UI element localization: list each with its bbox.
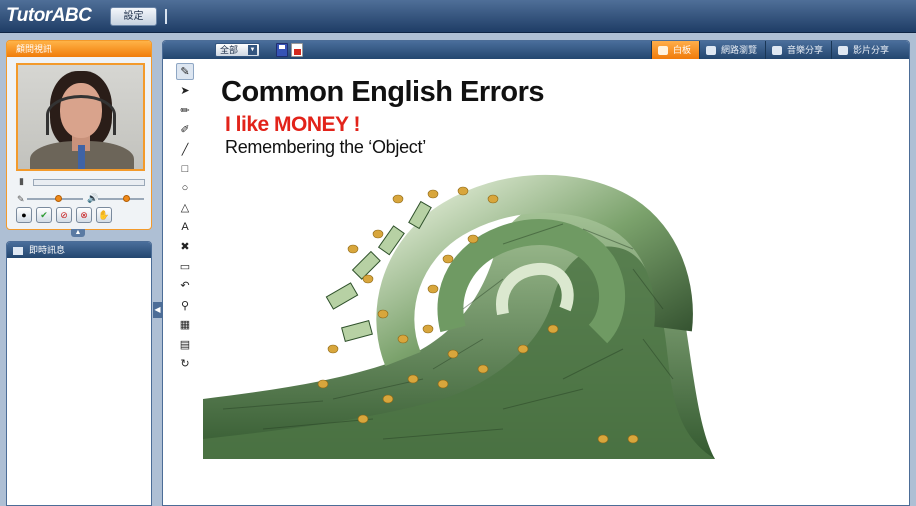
save-icon[interactable]	[276, 43, 288, 57]
settings-button[interactable]: 設定	[110, 7, 157, 26]
image-icon[interactable]: ▦	[176, 317, 194, 334]
slide-title: Common English Errors	[221, 76, 545, 108]
line-icon[interactable]: ╱	[176, 141, 194, 158]
gold-coin	[392, 194, 404, 204]
check-icon[interactable]: ✔	[36, 207, 52, 223]
page-icon[interactable]: ▤	[176, 336, 194, 353]
triangle-icon[interactable]: △	[176, 200, 194, 217]
mic-slider-knob[interactable]	[54, 195, 62, 202]
consultant-video-panel: 顧問視訊 ▮ ✎ 🔊 ● ✔ ⊘ ⊗ ✋	[6, 40, 152, 230]
whiteboard-icon	[658, 46, 668, 56]
paint-brush-icon[interactable]: ✎	[176, 63, 194, 80]
toolbar-divider	[165, 9, 167, 24]
chat-panel-title: 即時訊息	[29, 245, 66, 255]
gold-coin	[447, 349, 459, 359]
camera-off-icon[interactable]: ⊗	[76, 207, 92, 223]
pdf-icon[interactable]	[291, 43, 303, 57]
eraser-icon[interactable]: ▭	[176, 258, 194, 275]
gold-coin	[477, 364, 489, 374]
gold-coin	[517, 344, 529, 354]
gold-coin	[407, 374, 419, 384]
speaker-icon: 🔊	[87, 193, 99, 203]
chevron-down-icon: ▼	[248, 45, 257, 55]
scope-dropdown[interactable]: 全部 ▼	[215, 43, 260, 57]
zoom-icon[interactable]: ⚲	[176, 297, 194, 314]
gold-coin	[362, 274, 374, 284]
microphone-icon: ✎	[17, 194, 25, 204]
slide-canvas: Common English Errors I like MONEY ! Rem…	[203, 61, 715, 459]
rectangle-icon[interactable]: □	[176, 161, 194, 178]
music-icon	[772, 46, 783, 56]
tab-whiteboard[interactable]: 白板	[651, 41, 700, 59]
scope-dropdown-value: 全部	[220, 45, 239, 55]
whiteboard-header: 全部 ▼ 白板 網路瀏覽 音樂分享 影片分享	[163, 41, 909, 59]
mode-tabs: 白板 網路瀏覽 音樂分享 影片分享	[651, 41, 897, 59]
headset-icon	[46, 95, 116, 135]
gold-coin	[427, 189, 439, 199]
gold-coin	[627, 434, 639, 444]
gold-coin	[427, 284, 439, 294]
gold-coin	[397, 334, 409, 344]
screen-off-icon[interactable]: ⊘	[56, 207, 72, 223]
undo-icon[interactable]: ↶	[176, 278, 194, 295]
highlighter-icon[interactable]: ✐	[176, 122, 194, 139]
gold-coin	[487, 194, 499, 204]
gold-coin	[597, 434, 609, 444]
drawing-toolbar: ✎ ➤ ✏ ✐ ╱ □ ○ △ A ✖ ▭ ↶ ⚲ ▦ ▤ ↻	[176, 63, 196, 372]
chat-icon	[13, 246, 23, 255]
gold-coin	[317, 379, 329, 389]
gold-coin	[357, 414, 369, 424]
delete-icon[interactable]: ✖	[176, 239, 194, 256]
gold-coin	[382, 394, 394, 404]
tab-music-share[interactable]: 音樂分享	[765, 41, 831, 59]
gold-coin	[347, 244, 359, 254]
whiteboard-panel: 全部 ▼ 白板 網路瀏覽 音樂分享 影片分享 ✎ ➤ ✏ ✐ ╱ □ ○ △ A ✖ ▭ ↶ ⚲ ▦ ▤ ↻ …	[162, 40, 910, 506]
gold-coin	[422, 324, 434, 334]
top-bar: TutorABC 設定	[0, 0, 916, 33]
money-wave-image	[203, 174, 715, 459]
ellipse-icon[interactable]: ○	[176, 180, 194, 197]
refresh-icon[interactable]: ↻	[176, 356, 194, 373]
chat-panel-header: 即時訊息	[7, 242, 151, 258]
tab-video-share[interactable]: 影片分享	[831, 41, 897, 59]
raise-hand-icon[interactable]: ✋	[96, 207, 112, 223]
gold-coin	[467, 234, 479, 244]
speaker-volume-slider[interactable]	[98, 195, 144, 202]
film-icon	[838, 46, 849, 56]
volume-meter-icon: ▮	[19, 176, 24, 186]
instant-message-panel: 即時訊息	[6, 241, 152, 506]
slide-subtitle: I like MONEY !	[225, 113, 361, 136]
gold-coin	[457, 186, 469, 196]
marker-icon[interactable]: ✏	[176, 102, 194, 119]
tutorabc-logo: TutorABC	[6, 5, 92, 26]
gold-coin	[377, 309, 389, 319]
gold-coin	[372, 229, 384, 239]
gold-coin	[327, 344, 339, 354]
text-tool-icon[interactable]: A	[176, 219, 194, 236]
tab-web-browsing[interactable]: 網路瀏覽	[699, 41, 765, 59]
video-panel-title: 顧問視訊	[7, 41, 151, 57]
consultant-video-feed	[16, 63, 145, 171]
globe-icon	[706, 46, 717, 56]
gold-coin	[442, 254, 454, 264]
pointer-arrow-icon[interactable]: ➤	[176, 83, 194, 100]
record-icon[interactable]: ●	[16, 207, 32, 223]
mic-volume-slider[interactable]	[27, 195, 83, 202]
gold-coin	[547, 324, 559, 334]
gold-coin	[437, 379, 449, 389]
volume-level-bar	[33, 179, 145, 186]
collapse-sidebar-icon[interactable]: ◀	[153, 302, 162, 318]
speaker-slider-knob[interactable]	[122, 195, 130, 202]
collapse-video-icon[interactable]: ▲	[71, 229, 85, 237]
